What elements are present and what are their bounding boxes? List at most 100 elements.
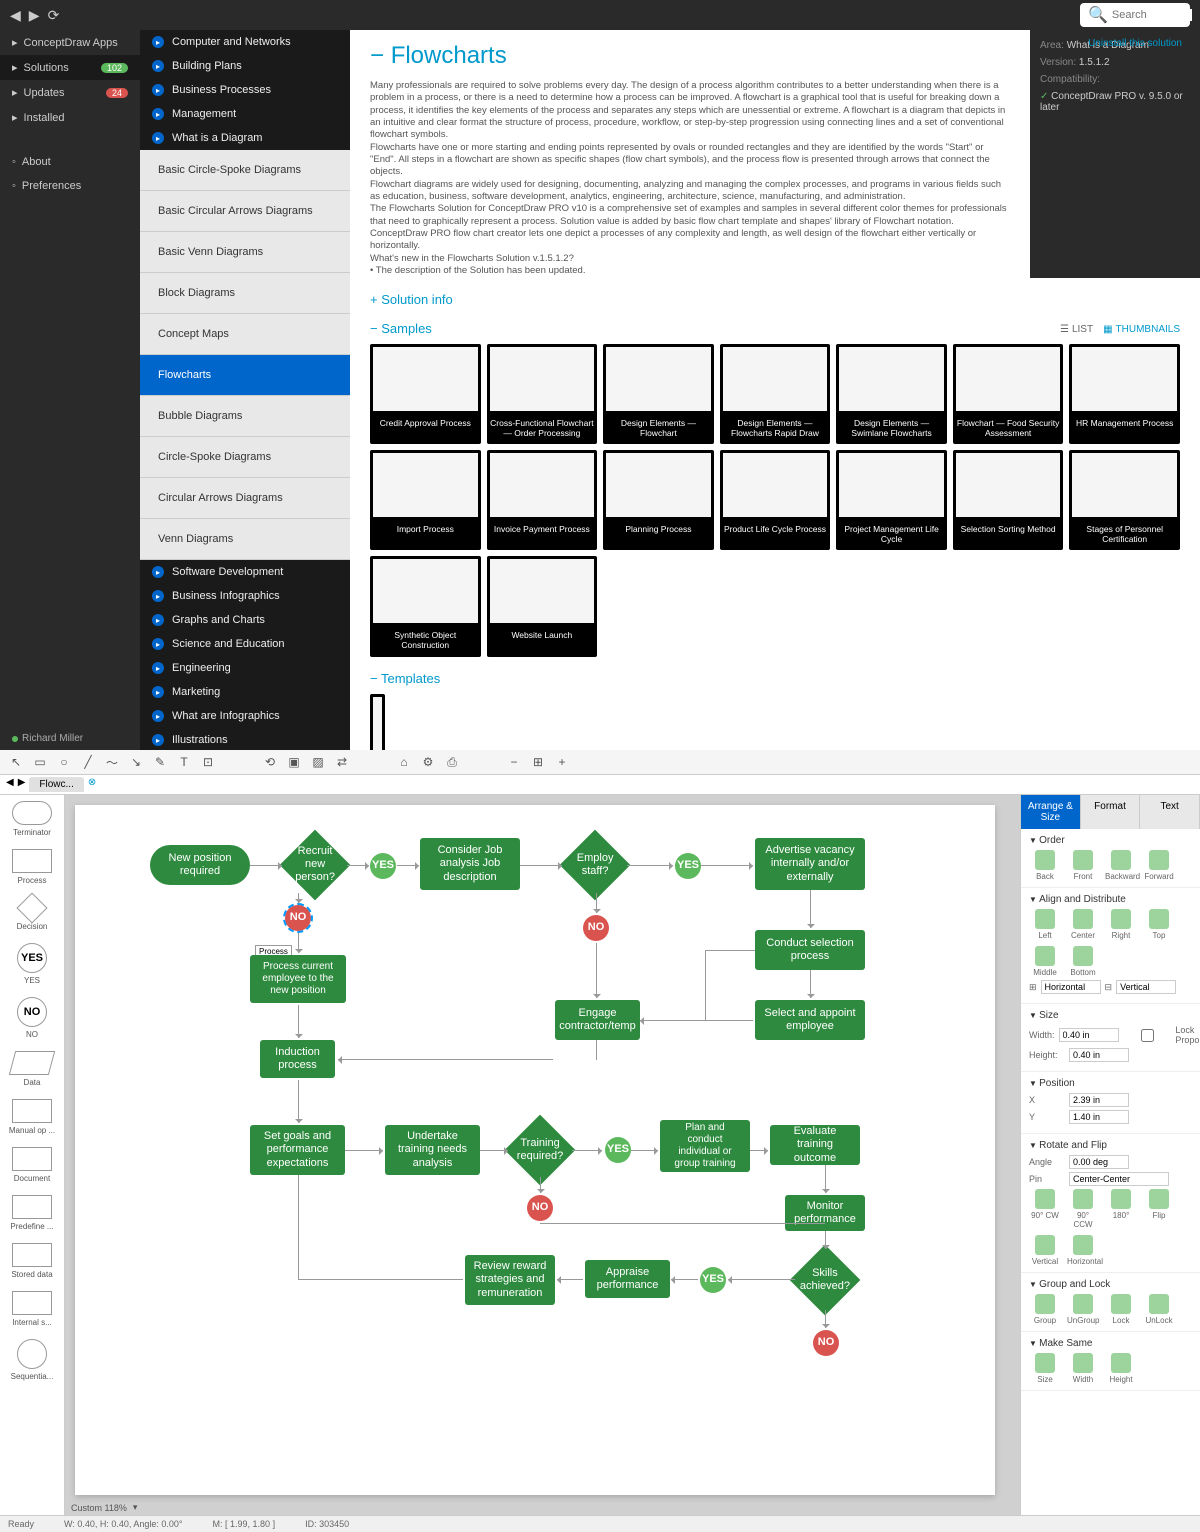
category-engineering[interactable]: ▸Engineering (140, 656, 350, 680)
action-lock[interactable]: Lock (1105, 1294, 1137, 1325)
section-solution-info[interactable]: Solution info (370, 292, 1180, 307)
tab-nav-right[interactable]: ▶ (18, 777, 26, 792)
node-no-2[interactable]: NO (583, 915, 609, 941)
rect-tool-icon[interactable]: ▭ (32, 754, 48, 770)
section-position-title[interactable]: Position (1029, 1078, 1192, 1089)
section-templates[interactable]: Templates (370, 671, 1180, 686)
subcategory-bubble-diagrams[interactable]: Bubble Diagrams (140, 396, 350, 437)
nav-item-installed[interactable]: ▸Installed (0, 105, 140, 130)
palette-no[interactable]: NONO (6, 997, 58, 1039)
node-training-required[interactable]: Training required? (505, 1115, 576, 1186)
sample-card[interactable]: Planning Process (603, 450, 714, 550)
node-conduct-selection[interactable]: Conduct selection process (755, 930, 865, 970)
node-training-analysis[interactable]: Undertake training needs analysis (385, 1125, 480, 1175)
sample-card[interactable]: Project Management Life Cycle (836, 450, 947, 550)
forward-icon[interactable]: ▶ (29, 7, 40, 24)
zoom-out-icon[interactable]: − (506, 754, 522, 770)
node-set-goals[interactable]: Set goals and performance expectations (250, 1125, 345, 1175)
palette-manual-op-[interactable]: Manual op ... (6, 1099, 58, 1135)
tab-text[interactable]: Text (1140, 795, 1200, 829)
subcategory-basic-circular-arrows-diagrams[interactable]: Basic Circular Arrows Diagrams (140, 191, 350, 232)
tab-close-icon[interactable]: ⊗ (88, 777, 96, 792)
action-vertical[interactable]: Vertical (1029, 1235, 1061, 1266)
group-icon[interactable]: ▣ (286, 754, 302, 770)
sample-card[interactable]: Flowchart — Food Security Assessment (953, 344, 1064, 444)
sample-card[interactable]: HR Management Process (1069, 344, 1180, 444)
tab-nav-left[interactable]: ◀ (6, 777, 14, 792)
pin-input[interactable] (1069, 1172, 1169, 1186)
nav-item-preferences[interactable]: ◦Preferences (0, 174, 140, 198)
category-what-are-infographics[interactable]: ▸What are Infographics (140, 704, 350, 728)
node-plan-conduct[interactable]: Plan and conduct individual or group tra… (660, 1120, 750, 1172)
node-yes-4[interactable]: YES (700, 1267, 726, 1293)
uninstall-link[interactable]: Uninstall this solution (1088, 38, 1182, 49)
node-employ-staff[interactable]: Employ staff? (560, 830, 631, 901)
view-thumbnails[interactable]: ▦ THUMBNAILS (1103, 324, 1180, 335)
action-ungroup[interactable]: UnGroup (1067, 1294, 1099, 1325)
x-input[interactable] (1069, 1093, 1129, 1107)
category-management[interactable]: ▸Management (140, 102, 350, 126)
palette-terminator[interactable]: Terminator (6, 801, 58, 837)
pointer-icon[interactable]: ↖ (8, 754, 24, 770)
search-box[interactable]: 🔍 (1080, 3, 1190, 27)
sample-card[interactable]: Cross-Functional Flowchart — Order Proce… (487, 344, 598, 444)
sample-card[interactable]: Invoice Payment Process (487, 450, 598, 550)
subcategory-circular-arrows-diagrams[interactable]: Circular Arrows Diagrams (140, 478, 350, 519)
subcategory-concept-maps[interactable]: Concept Maps (140, 314, 350, 355)
node-new-position[interactable]: New position required (150, 845, 250, 885)
rotate-icon[interactable]: ⟲ (262, 754, 278, 770)
node-appraise[interactable]: Appraise performance (585, 1260, 670, 1298)
category-business-processes[interactable]: ▸Business Processes (140, 78, 350, 102)
category-illustrations[interactable]: ▸Illustrations (140, 728, 350, 750)
action-horizontal[interactable]: Horizontal (1067, 1235, 1099, 1266)
refresh-icon[interactable]: ⟳ (48, 7, 60, 24)
category-computer-and-networks[interactable]: ▸Computer and Networks (140, 30, 350, 54)
tab-format[interactable]: Format (1081, 795, 1141, 829)
search-input[interactable] (1112, 9, 1192, 21)
angle-input[interactable] (1069, 1155, 1129, 1169)
sample-card[interactable]: Synthetic Object Construction (370, 556, 481, 656)
action-backward[interactable]: Backward (1105, 850, 1137, 881)
palette-data[interactable]: Data (6, 1051, 58, 1087)
node-review-reward[interactable]: Review reward strategies and remuneratio… (465, 1255, 555, 1305)
text-tool-icon[interactable]: T (176, 754, 192, 770)
curve-tool-icon[interactable]: 〜 (104, 754, 120, 770)
palette-stored-data[interactable]: Stored data (6, 1243, 58, 1279)
y-input[interactable] (1069, 1110, 1129, 1124)
section-samples[interactable]: Samples (370, 321, 1180, 336)
action-center[interactable]: Center (1067, 909, 1099, 940)
category-science-and-education[interactable]: ▸Science and Education (140, 632, 350, 656)
action-unlock[interactable]: UnLock (1143, 1294, 1175, 1325)
align-h-select[interactable] (1041, 980, 1101, 994)
sample-card[interactable]: Credit Approval Process (370, 344, 481, 444)
action-90-ccw[interactable]: 90° CCW (1067, 1189, 1099, 1229)
action-bottom[interactable]: Bottom (1067, 946, 1099, 977)
node-yes-3[interactable]: YES (605, 1137, 631, 1163)
category-marketing[interactable]: ▸Marketing (140, 680, 350, 704)
node-yes-1[interactable]: YES (370, 853, 396, 879)
action-top[interactable]: Top (1143, 909, 1175, 940)
category-building-plans[interactable]: ▸Building Plans (140, 54, 350, 78)
sample-card[interactable]: Design Elements — Swimlane Flowcharts (836, 344, 947, 444)
action-height[interactable]: Height (1105, 1353, 1137, 1384)
node-evaluate[interactable]: Evaluate training outcome (770, 1125, 860, 1165)
nav-item-conceptdraw-apps[interactable]: ▸ConceptDraw Apps (0, 30, 140, 55)
node-induction[interactable]: Induction process (260, 1040, 335, 1078)
canvas-wrap[interactable]: New position required Recruit new person… (65, 795, 1020, 1515)
action-size[interactable]: Size (1029, 1353, 1061, 1384)
crop-icon[interactable]: ⊡ (200, 754, 216, 770)
section-rotate-title[interactable]: Rotate and Flip (1029, 1140, 1192, 1151)
pen-icon[interactable]: ✎ (152, 754, 168, 770)
node-monitor[interactable]: Monitor performance (785, 1195, 865, 1231)
node-process-employee[interactable]: Process current employee to the new posi… (250, 955, 346, 1003)
palette-document[interactable]: Document (6, 1147, 58, 1183)
height-input[interactable] (1069, 1048, 1129, 1062)
sample-card[interactable]: Import Process (370, 450, 481, 550)
subcategory-venn-diagrams[interactable]: Venn Diagrams (140, 519, 350, 560)
flip-icon[interactable]: ⇄ (334, 754, 350, 770)
section-same-title[interactable]: Make Same (1029, 1338, 1192, 1349)
section-size-title[interactable]: Size (1029, 1010, 1192, 1021)
sample-card[interactable]: Website Launch (487, 556, 598, 656)
palette-process[interactable]: Process (6, 849, 58, 885)
action-180-[interactable]: 180° (1105, 1189, 1137, 1229)
